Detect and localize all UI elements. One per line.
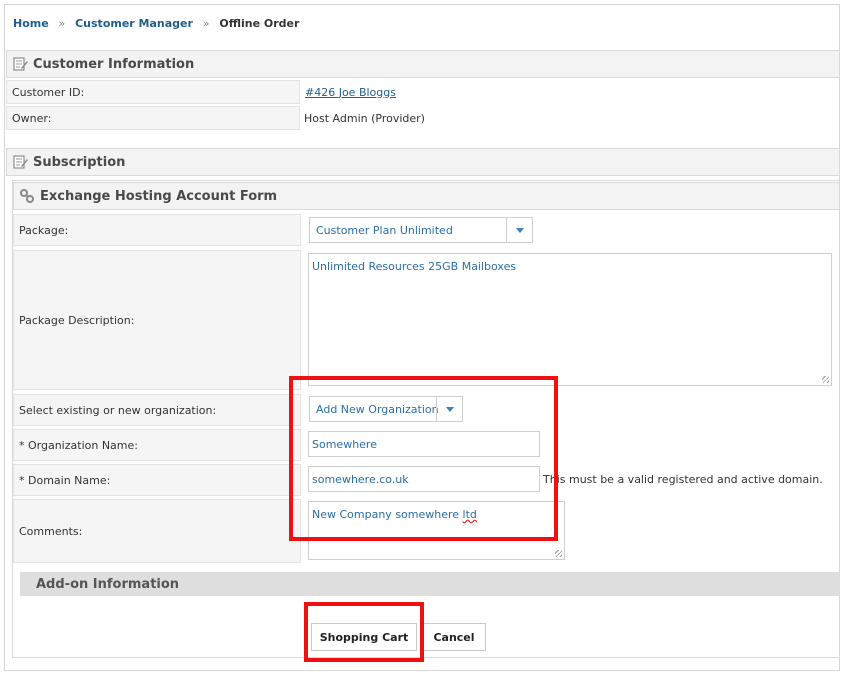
exchange-form-title: Exchange Hosting Account Form xyxy=(40,188,278,204)
highlight-box-form-fields xyxy=(289,376,558,541)
comments-label: Comments: xyxy=(13,499,301,563)
domain-name-label: * Domain Name: xyxy=(13,464,301,496)
customer-id-label: Customer ID: xyxy=(6,80,300,104)
resize-grip-icon[interactable] xyxy=(822,376,829,383)
subscription-header: Subscription xyxy=(6,148,840,176)
customer-id-link[interactable]: #426 Joe Bloggs xyxy=(305,86,396,99)
edit-note-icon xyxy=(12,56,28,72)
owner-label: Owner: xyxy=(6,106,300,130)
subscription-title: Subscription xyxy=(33,154,126,170)
package-label: Package: xyxy=(13,214,301,246)
customer-id-value: #426 Joe Bloggs xyxy=(305,80,605,104)
chevron-down-icon[interactable] xyxy=(506,218,532,242)
edit-note-icon xyxy=(12,154,28,170)
breadcrumb: Home » Customer Manager » Offline Order xyxy=(13,17,299,30)
breadcrumb-customer-manager-link[interactable]: Customer Manager xyxy=(75,17,193,30)
package-description-textarea[interactable]: Unlimited Resources 25GB Mailboxes xyxy=(308,253,832,386)
breadcrumb-separator: » xyxy=(58,17,66,30)
customer-information-title: Customer Information xyxy=(33,56,195,72)
organization-name-label: * Organization Name: xyxy=(13,429,301,461)
package-select[interactable]: Customer Plan Unlimited xyxy=(309,217,533,243)
gears-icon xyxy=(19,188,35,204)
package-select-value: Customer Plan Unlimited xyxy=(316,223,453,237)
customer-information-header: Customer Information xyxy=(6,50,840,78)
highlight-box-shopping-cart xyxy=(304,602,424,662)
owner-value: Host Admin (Provider) xyxy=(304,111,425,125)
resize-grip-icon[interactable] xyxy=(555,550,562,557)
package-description-label: Package Description: xyxy=(13,250,301,390)
addon-information-header: Add-on Information xyxy=(20,572,840,596)
breadcrumb-home-link[interactable]: Home xyxy=(13,17,49,30)
breadcrumb-current: Offline Order xyxy=(219,17,300,30)
cancel-button[interactable]: Cancel xyxy=(422,623,486,651)
domain-hint: This must be a valid registered and acti… xyxy=(543,473,823,486)
package-description-text: Unlimited Resources 25GB Mailboxes xyxy=(312,260,517,273)
breadcrumb-separator: » xyxy=(202,17,210,30)
org-select-label: Select existing or new organization: xyxy=(13,394,301,426)
exchange-form-header: Exchange Hosting Account Form xyxy=(13,182,840,210)
